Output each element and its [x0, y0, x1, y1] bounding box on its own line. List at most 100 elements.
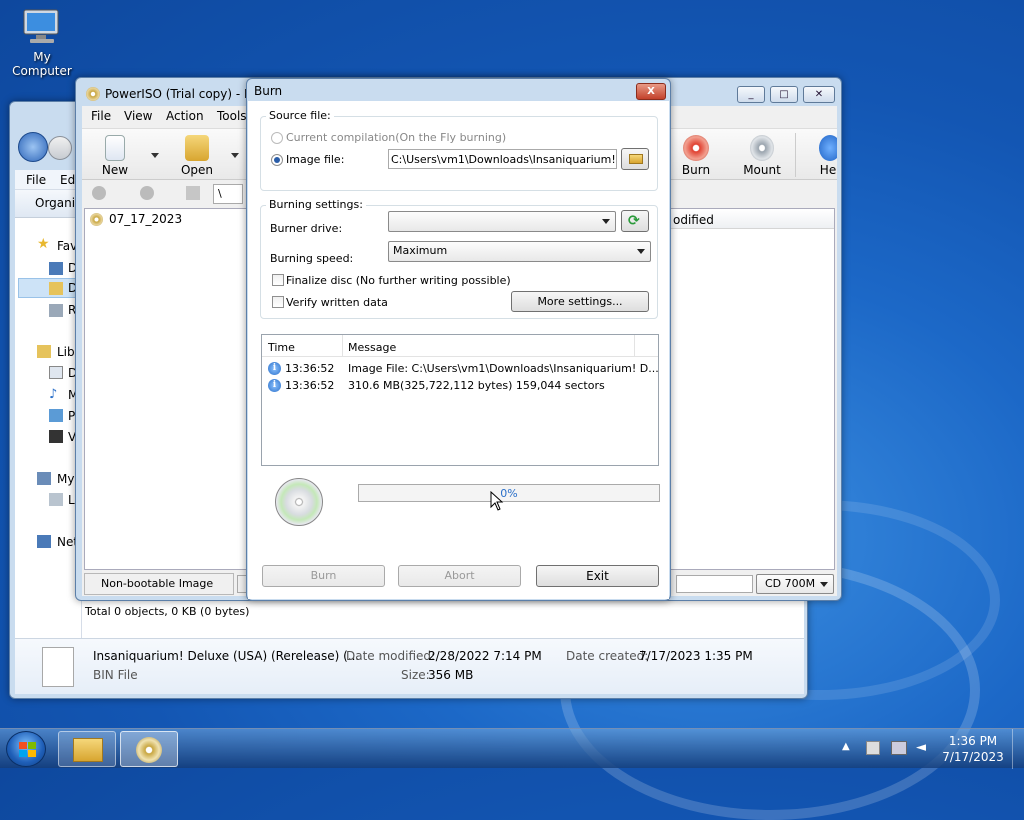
new-button[interactable]: New	[98, 135, 132, 177]
details-date-modified: 2/28/2022 7:14 PM	[428, 649, 542, 663]
chevron-down-icon[interactable]	[151, 153, 159, 158]
burn-dialog[interactable]: Burn X Source file: Current compilation(…	[246, 78, 671, 601]
file-icon	[42, 647, 74, 687]
minimize-button[interactable]: _	[737, 86, 765, 103]
open-label: Open	[180, 163, 214, 177]
current-compilation-radio[interactable]	[271, 132, 283, 144]
nav-computer[interactable]: My	[57, 472, 74, 486]
windows-logo-icon	[28, 750, 36, 757]
exit-button[interactable]: Exit	[536, 565, 659, 587]
burning-speed-select[interactable]: Maximum	[388, 241, 651, 262]
verify-data-checkbox[interactable]	[272, 296, 284, 308]
burn-dialog-client: Source file: Current compilation(On the …	[248, 101, 669, 599]
menu-view[interactable]: View	[124, 109, 152, 123]
menu-file[interactable]: File	[26, 173, 46, 187]
image-file-input[interactable]: C:\Users\vm1\Downloads\Insaniquarium! De…	[388, 149, 617, 169]
abort-button[interactable]: Abort	[398, 565, 521, 587]
progress-text: 0%	[500, 487, 518, 500]
tree-item[interactable]: 07_17_2023	[109, 212, 182, 226]
windows-logo-icon	[28, 742, 36, 749]
windows-logo-icon	[19, 750, 27, 757]
music-icon: ♪	[49, 387, 58, 402]
log-column-time[interactable]: Time	[268, 341, 295, 354]
taskbar-poweriso-button[interactable]	[120, 731, 178, 767]
poweriso-app-icon	[86, 87, 100, 101]
volume-icon[interactable]: ◄	[916, 741, 930, 755]
windows-logo-icon	[19, 742, 27, 749]
burn-label: Burn	[681, 163, 711, 177]
info-icon: i	[268, 362, 281, 375]
log-column-message[interactable]: Message	[348, 341, 396, 354]
show-hidden-icons[interactable]: ▲	[842, 741, 850, 752]
burner-drive-select[interactable]	[388, 211, 616, 232]
open-folder-icon	[185, 135, 209, 161]
network-icon	[37, 535, 51, 548]
computer-icon	[20, 8, 64, 46]
forward-arrow-icon[interactable]	[48, 136, 72, 160]
show-desktop-button[interactable]	[1012, 729, 1024, 769]
browse-button[interactable]	[621, 148, 649, 170]
clock-time[interactable]: 1:36 PM	[940, 734, 1006, 748]
help-label: He	[819, 163, 837, 177]
total-status: Total 0 objects, 0 KB (0 bytes)	[85, 605, 250, 618]
image-file-radio[interactable]	[271, 154, 283, 166]
details-date-modified-label: Date modified:	[346, 649, 436, 663]
folder-tree: 07_17_2023	[84, 208, 250, 570]
desktop-icon-my-computer[interactable]: My Computer	[4, 8, 80, 78]
menu-action[interactable]: Action	[166, 109, 204, 123]
maximize-button[interactable]: □	[770, 86, 798, 103]
log-list[interactable]: Time Message i 13:36:52 Image File: C:\U…	[261, 334, 659, 466]
back-arrow-icon[interactable]	[18, 132, 48, 162]
up-folder-icon[interactable]	[186, 186, 200, 200]
folder-icon	[629, 154, 643, 164]
chevron-down-icon	[820, 582, 828, 587]
burn-button[interactable]: Burn	[262, 565, 385, 587]
help-button[interactable]: He	[819, 135, 837, 177]
burn-progress-bar: 0%	[358, 484, 660, 502]
back-arrow-icon[interactable]	[92, 186, 106, 200]
details-size: 356 MB	[428, 668, 474, 682]
finalize-disc-label: Finalize disc (No further writing possib…	[286, 274, 511, 287]
refresh-drives-button[interactable]: ⟳	[621, 210, 649, 232]
log-row-message: 310.6 MB(325,722,112 bytes) 159,044 sect…	[348, 379, 605, 392]
star-icon: ★	[37, 236, 50, 252]
dialog-close-button[interactable]: X	[636, 83, 666, 100]
open-button[interactable]: Open	[180, 135, 214, 177]
log-row-time: 13:36:52	[285, 362, 335, 375]
burn-dialog-title: Burn	[254, 84, 283, 98]
network-icon[interactable]	[891, 741, 907, 755]
burning-settings-title: Burning settings:	[266, 198, 366, 211]
menu-tools[interactable]: Tools	[217, 109, 247, 123]
boot-status: Non-bootable Image	[84, 573, 234, 595]
path-field[interactable]: \	[213, 184, 243, 204]
details-size-label: Size:	[401, 668, 430, 682]
mount-button[interactable]: Mount	[742, 135, 782, 177]
details-pane: Insaniquarium! Deluxe (USA) (Rerelease) …	[15, 638, 804, 694]
details-date-created-label: Date created:	[566, 649, 649, 663]
burn-toolbar-button[interactable]: Burn	[678, 135, 714, 177]
disc-image-icon	[90, 213, 103, 226]
close-button[interactable]: ✕	[803, 86, 835, 103]
folder-icon	[73, 738, 103, 762]
finalize-disc-checkbox[interactable]	[272, 274, 284, 286]
chevron-down-icon	[637, 249, 645, 254]
videos-icon	[49, 430, 63, 443]
more-settings-button[interactable]: More settings...	[511, 291, 649, 312]
menu-file[interactable]: File	[91, 109, 111, 123]
details-file-type: BIN File	[93, 668, 138, 682]
start-button[interactable]	[6, 731, 46, 767]
log-row-time: 13:36:52	[285, 379, 335, 392]
verify-data-label: Verify written data	[286, 296, 388, 309]
desktop-icon-label: My Computer	[12, 50, 72, 78]
navigation-pane: ★ Fav D D R Libr D ♪ M P V My Lo Net	[15, 218, 82, 648]
clock-date[interactable]: 7/17/2023	[940, 750, 1006, 764]
chevron-down-icon[interactable]	[231, 153, 239, 158]
taskbar-explorer-button[interactable]	[58, 731, 116, 767]
media-size-value: CD 700M	[765, 577, 816, 590]
forward-arrow-icon[interactable]	[140, 186, 154, 200]
log-header: Time Message	[262, 335, 658, 357]
action-center-icon[interactable]	[866, 741, 880, 755]
column-modified[interactable]: odified	[673, 213, 714, 227]
details-file-name: Insaniquarium! Deluxe (USA) (Rerelease) …	[93, 649, 360, 663]
media-size-select[interactable]: CD 700M	[756, 574, 834, 594]
